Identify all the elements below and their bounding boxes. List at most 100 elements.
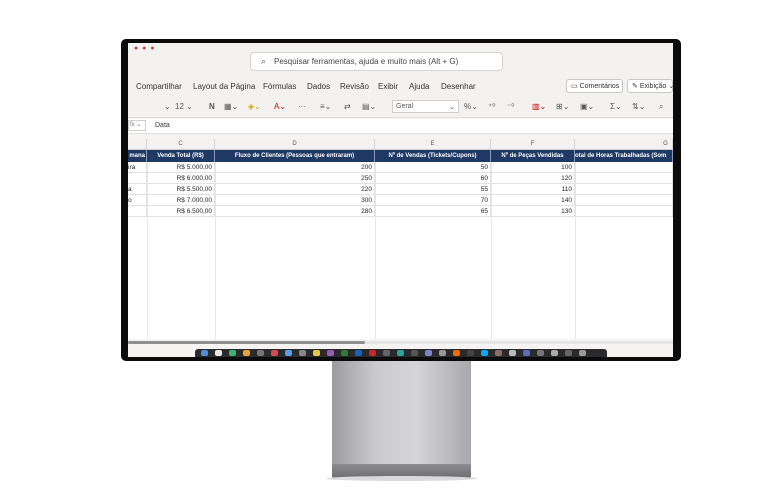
number-format-icon[interactable]: %⌄ <box>464 102 478 111</box>
find-icon[interactable]: ⌕ <box>659 102 663 112</box>
table-cell[interactable]: 100 <box>491 162 575 173</box>
table-cell[interactable]: R$ 5.500,00 <box>147 184 215 195</box>
app-icon[interactable] <box>523 350 530 356</box>
bold-button[interactable]: N <box>209 102 215 111</box>
table-cell[interactable]: o <box>128 195 147 206</box>
header-cell-num-vendas[interactable]: Nº de Vendas (Tickets/Cupons) <box>375 150 491 162</box>
menu-formulas[interactable]: Fórmulas <box>263 82 296 91</box>
column-header-f[interactable]: F <box>491 139 575 150</box>
column-header-b[interactable] <box>128 139 147 150</box>
table-cell[interactable] <box>128 206 147 217</box>
table-cell[interactable]: R$ 7.000,00 <box>147 195 215 206</box>
table-cell[interactable]: 280 <box>215 206 375 217</box>
app-icon[interactable] <box>467 350 474 356</box>
column-header-c[interactable]: C <box>147 139 215 150</box>
increase-decimal-icon[interactable]: ⁺⁰ <box>488 102 495 111</box>
comments-button[interactable]: ▭ Comentários <box>566 79 623 93</box>
app-icon[interactable] <box>383 350 390 356</box>
app-icon[interactable] <box>299 350 306 356</box>
word-icon[interactable] <box>355 350 362 356</box>
header-cell-horas-trabalhadas[interactable]: otal de Horas Trabalhadas (Som <box>575 150 673 162</box>
table-cell[interactable]: a <box>128 184 147 195</box>
header-cell-venda-total[interactable]: Venda Total (R$) <box>147 150 215 162</box>
table-cell[interactable]: 70 <box>375 195 491 206</box>
table-cell[interactable]: 60 <box>375 173 491 184</box>
sum-icon[interactable]: Σ⌄ <box>610 102 622 111</box>
app-icon[interactable] <box>509 350 516 356</box>
menu-ajuda[interactable]: Ajuda <box>409 82 429 91</box>
app-icon[interactable] <box>313 350 320 356</box>
search-input[interactable]: ⌕ Pesquisar ferramentas, ajuda e muito m… <box>250 52 503 71</box>
app-icon[interactable] <box>257 350 264 356</box>
font-name-dropdown[interactable]: ⌄ <box>164 102 171 111</box>
table-cell[interactable]: 50 <box>375 162 491 173</box>
app-icon[interactable] <box>481 350 488 356</box>
table-cell[interactable]: R$ 5.000,00 <box>147 162 215 173</box>
table-cell[interactable]: 130 <box>491 206 575 217</box>
app-icon[interactable] <box>369 350 376 356</box>
table-cell[interactable]: 110 <box>491 184 575 195</box>
merge-cells-icon[interactable]: ▤⌄ <box>362 102 376 111</box>
table-cell[interactable]: 200 <box>215 162 375 173</box>
app-icon[interactable] <box>411 350 418 356</box>
formula-content[interactable]: Data <box>155 122 170 129</box>
format-cells-icon[interactable]: ▣⌄ <box>580 102 594 111</box>
table-cell[interactable]: 220 <box>215 184 375 195</box>
header-cell-dia[interactable]: mana <box>128 150 147 162</box>
table-cell[interactable] <box>575 173 673 184</box>
finder-icon[interactable] <box>201 350 208 356</box>
fill-color-icon[interactable]: ◈⌄ <box>248 102 261 111</box>
align-icon[interactable]: ≡⌄ <box>320 102 331 111</box>
table-cell[interactable] <box>575 195 673 206</box>
column-header-d[interactable]: D <box>215 139 375 150</box>
decrease-decimal-icon[interactable]: ⁻⁰ <box>507 102 514 111</box>
app-icon[interactable] <box>327 350 334 356</box>
excel-icon[interactable] <box>341 350 348 356</box>
table-cell[interactable] <box>575 162 673 173</box>
header-cell-fluxo-clientes[interactable]: Fluxo de Clientes (Pessoas que entraram) <box>215 150 375 162</box>
view-mode-button[interactable]: ✎ Exibição ⌄ <box>627 79 673 93</box>
trash-icon[interactable] <box>579 350 586 356</box>
app-icon[interactable] <box>285 350 292 356</box>
menu-revisao[interactable]: Revisão <box>340 82 369 91</box>
borders-icon[interactable]: ▦⌄ <box>224 102 238 111</box>
menu-compartilhar[interactable]: Compartilhar <box>136 82 182 91</box>
app-icon[interactable] <box>537 350 544 356</box>
menu-exibir[interactable]: Exibir <box>378 82 398 91</box>
table-cell[interactable]: R$ 6.000,00 <box>147 173 215 184</box>
scrollbar-thumb[interactable] <box>128 341 365 344</box>
column-header-e[interactable]: E <box>375 139 491 150</box>
font-size-dropdown[interactable]: 12 ⌄ <box>175 102 193 111</box>
app-icon[interactable] <box>397 350 404 356</box>
table-cell[interactable] <box>575 206 673 217</box>
table-cell[interactable]: 65 <box>375 206 491 217</box>
table-cell[interactable]: 140 <box>491 195 575 206</box>
app-icon[interactable] <box>243 350 250 356</box>
table-cell[interactable]: 250 <box>215 173 375 184</box>
table-cell[interactable] <box>575 184 673 195</box>
app-icon[interactable] <box>215 350 222 356</box>
more-options-icon[interactable]: ··· <box>298 102 306 111</box>
column-header-g[interactable]: G <box>575 139 673 150</box>
font-color-icon[interactable]: A⌄ <box>274 102 286 111</box>
table-cell[interactable]: 55 <box>375 184 491 195</box>
sort-filter-icon[interactable]: ⇅⌄ <box>632 102 645 111</box>
app-icon[interactable] <box>229 350 236 356</box>
app-icon[interactable] <box>551 350 558 356</box>
insert-cells-icon[interactable]: ⊞⌄ <box>556 102 569 111</box>
wrap-text-icon[interactable]: ⇄ <box>344 102 351 111</box>
table-cell[interactable]: 120 <box>491 173 575 184</box>
menu-layout-pagina[interactable]: Layout da Página <box>193 82 255 91</box>
app-icon[interactable] <box>425 350 432 356</box>
menu-dados[interactable]: Dados <box>307 82 330 91</box>
table-cell[interactable] <box>128 173 147 184</box>
window-controls[interactable]: ● ● ● <box>134 45 156 52</box>
table-cell[interactable]: ira <box>128 162 147 173</box>
app-icon[interactable] <box>495 350 502 356</box>
app-icon[interactable] <box>565 350 572 356</box>
app-icon[interactable] <box>453 350 460 356</box>
app-icon[interactable] <box>271 350 278 356</box>
table-cell[interactable]: R$ 6.500,00 <box>147 206 215 217</box>
name-box[interactable]: fx ⌄ <box>128 120 146 131</box>
conditional-format-icon[interactable]: ▥⌄ <box>532 102 546 111</box>
